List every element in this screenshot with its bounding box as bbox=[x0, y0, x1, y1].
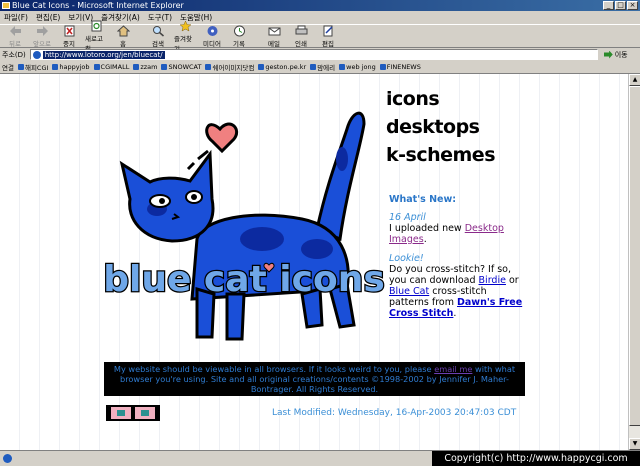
link-item[interactable]: zzam bbox=[133, 63, 157, 71]
news-entry: Lookie! Do you cross-stitch? If so, you … bbox=[389, 253, 523, 319]
address-url: http://www.lotoro.org/jen/bluecat/ bbox=[42, 50, 165, 59]
whats-new-section: What's New: 16 April I uploaded new Desk… bbox=[389, 194, 524, 327]
address-input[interactable]: http://www.lotoro.org/jen/bluecat/ bbox=[29, 49, 598, 60]
links-bar: 연결 해피CGI happyjob CGIMALL zzam SNOWCAT 쉐… bbox=[0, 61, 640, 74]
history-icon bbox=[233, 25, 245, 36]
link-icon bbox=[379, 64, 386, 70]
link-icon bbox=[161, 64, 168, 70]
printer-icon bbox=[295, 25, 307, 34]
link-item[interactable]: web jong bbox=[339, 63, 376, 71]
search-icon bbox=[152, 25, 164, 37]
media-button[interactable]: 미디어 bbox=[201, 25, 223, 48]
window-title: Blue Cat Icons - Microsoft Internet Expl… bbox=[12, 1, 184, 10]
news-entry: 16 April I uploaded new Desktop Images. bbox=[389, 212, 524, 245]
page-icon bbox=[32, 50, 41, 59]
links-label: 연결 bbox=[2, 64, 14, 72]
logo-text: blue cat icons bbox=[103, 259, 385, 300]
title-bar: Blue Cat Icons - Microsoft Internet Expl… bbox=[0, 0, 640, 11]
eye-icon bbox=[135, 407, 155, 419]
forward-button[interactable]: 앞으로 bbox=[31, 25, 53, 48]
link-icon bbox=[310, 64, 317, 70]
go-button[interactable]: 이동 bbox=[603, 50, 628, 60]
edit-icon bbox=[323, 25, 333, 36]
search-button[interactable]: 검색 bbox=[147, 25, 169, 48]
maximize-button[interactable]: □ bbox=[615, 1, 626, 10]
link-icon bbox=[133, 64, 140, 70]
copyright-banner: Copyright(c) http://www.happycgi.com bbox=[432, 451, 640, 466]
birdie-link[interactable]: Birdie bbox=[479, 275, 506, 286]
star-icon bbox=[178, 19, 192, 32]
news-date: Lookie! bbox=[389, 253, 424, 264]
scroll-thumb[interactable] bbox=[629, 86, 640, 426]
link-icon bbox=[93, 64, 100, 70]
link-item[interactable]: geston.pe.kr bbox=[258, 63, 306, 71]
toolbar: 뒤로 앞으로 중지 새로고침 홈 검색 즐겨찾기 미디어 기록 메일 인쇄 bbox=[0, 19, 640, 53]
main-nav: icons desktops k-schemes bbox=[386, 88, 626, 166]
link-icon bbox=[258, 64, 265, 70]
link-item[interactable]: CGIMALL bbox=[93, 63, 129, 71]
menu-tools[interactable]: 도구(T) bbox=[148, 12, 172, 23]
forward-arrow-icon bbox=[36, 25, 48, 36]
back-button[interactable]: 뒤로 bbox=[4, 25, 26, 48]
blue-cat-link[interactable]: Blue Cat bbox=[389, 286, 429, 297]
whats-new-heading: What's New: bbox=[389, 194, 457, 205]
address-bar: 주소(D) http://www.lotoro.org/jen/bluecat/… bbox=[0, 48, 640, 61]
address-label: 주소(D) bbox=[2, 50, 26, 59]
back-arrow-icon bbox=[9, 25, 21, 36]
home-button[interactable]: 홈 bbox=[112, 24, 134, 48]
menu-edit[interactable]: 편집(E) bbox=[36, 12, 60, 23]
link-item[interactable]: 맘에리 bbox=[310, 62, 335, 72]
home-icon bbox=[116, 24, 130, 36]
menu-file[interactable]: 파일(F) bbox=[4, 12, 28, 23]
window-controls: _ □ × bbox=[603, 1, 638, 10]
site-notice: My website should be viewable in all bro… bbox=[104, 362, 525, 396]
scroll-down-icon[interactable]: ▼ bbox=[629, 438, 640, 450]
media-icon bbox=[207, 25, 217, 36]
link-item[interactable]: FINENEWS bbox=[379, 63, 421, 71]
minimize-button[interactable]: _ bbox=[603, 1, 614, 10]
edit-button[interactable]: 편집 bbox=[317, 25, 339, 48]
link-item[interactable]: 쉐어이미지닷컴 bbox=[205, 62, 254, 72]
pixel-eyes-badge[interactable] bbox=[106, 405, 160, 421]
print-button[interactable]: 인쇄 bbox=[290, 25, 312, 48]
last-modified: Last Modified: Wednesday, 16-Apr-2003 20… bbox=[272, 408, 517, 418]
news-date: 16 April bbox=[389, 212, 426, 223]
blue-cat-logo: blue cat icons bbox=[102, 111, 386, 341]
mail-icon bbox=[268, 27, 280, 35]
close-button[interactable]: × bbox=[627, 1, 638, 10]
stop-icon bbox=[64, 25, 74, 36]
link-icon bbox=[205, 64, 212, 70]
go-arrow-icon bbox=[603, 50, 613, 59]
link-item[interactable]: 해피CGI bbox=[17, 62, 48, 72]
scroll-up-icon[interactable]: ▲ bbox=[629, 74, 640, 86]
page-content: blue cat icons icons desktops k-schemes … bbox=[0, 74, 628, 450]
status-page-icon bbox=[3, 454, 12, 463]
refresh-icon bbox=[91, 20, 101, 31]
nav-k-schemes[interactable]: k-schemes bbox=[386, 144, 626, 166]
history-button[interactable]: 기록 bbox=[228, 25, 250, 48]
nav-icons[interactable]: icons bbox=[386, 88, 626, 110]
link-item[interactable]: happyjob bbox=[52, 63, 90, 71]
email-link[interactable]: email me bbox=[434, 364, 472, 374]
vertical-scrollbar[interactable]: ▲ ▼ bbox=[628, 74, 640, 450]
stop-button[interactable]: 중지 bbox=[58, 25, 80, 48]
mail-button[interactable]: 메일 bbox=[263, 25, 285, 48]
link-icon bbox=[17, 64, 24, 70]
nav-desktops[interactable]: desktops bbox=[386, 116, 626, 138]
eye-icon bbox=[111, 407, 131, 419]
ie-icon bbox=[2, 2, 10, 9]
link-icon bbox=[339, 64, 346, 70]
link-item[interactable]: SNOWCAT bbox=[161, 63, 201, 71]
heart-icon bbox=[205, 122, 239, 154]
link-icon bbox=[52, 64, 59, 70]
